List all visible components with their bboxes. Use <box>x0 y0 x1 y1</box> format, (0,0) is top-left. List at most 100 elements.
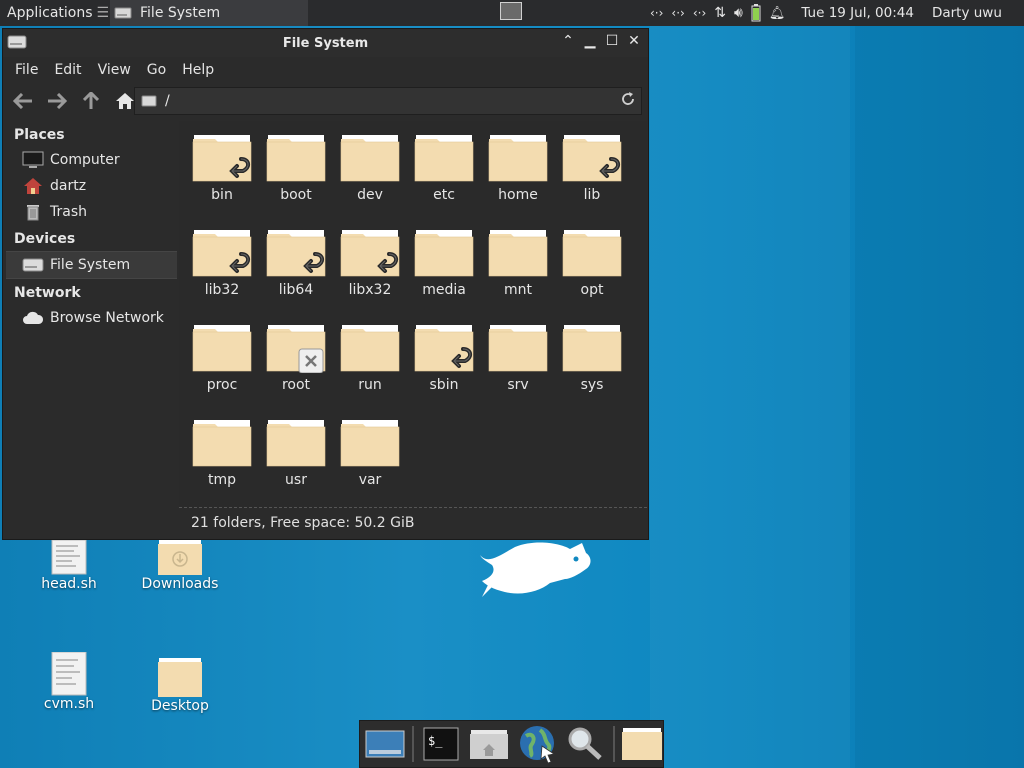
dock-terminal-button[interactable]: $_ <box>420 724 462 764</box>
back-button[interactable] <box>11 89 35 113</box>
folder-item[interactable]: mnt <box>481 228 555 320</box>
sidebar-item-label: dartz <box>50 178 87 194</box>
desktop-icon-cvm-sh[interactable]: cvm.sh <box>24 652 114 712</box>
folder-item[interactable]: opt <box>555 228 629 320</box>
folder-item[interactable]: lib <box>555 133 629 225</box>
desktop-icon-desktop[interactable]: Desktop <box>135 658 225 714</box>
folder-icon <box>488 135 548 182</box>
close-button[interactable]: ✕ <box>626 33 642 49</box>
menu-go[interactable]: Go <box>139 62 174 78</box>
system-tray: ‹·› ‹·› ‹·› ⇅ 🔊︎ 🔔︎ Tue 19 Jul, 00:44 Da… <box>640 0 1024 26</box>
sidebar-item-computer[interactable]: Computer <box>6 147 177 173</box>
sidebar-item-label: Browse Network <box>50 310 164 326</box>
desktop-icon-downloads[interactable]: Downloads <box>135 540 225 592</box>
folder-item[interactable]: run <box>333 323 407 415</box>
menu-view[interactable]: View <box>90 62 139 78</box>
folder-item[interactable]: home <box>481 133 555 225</box>
sidebar-heading-places: Places <box>14 127 65 143</box>
clock[interactable]: Tue 19 Jul, 00:44 <box>801 5 914 21</box>
reload-button[interactable] <box>621 92 635 110</box>
folder-item[interactable]: etc <box>407 133 481 225</box>
minimize-button[interactable]: ▁ <box>582 33 598 49</box>
folder-item[interactable]: lib32 <box>185 228 259 320</box>
folder-item[interactable]: dev <box>333 133 407 225</box>
arrow-up-icon <box>83 92 99 109</box>
taskbar-window-button[interactable]: File System <box>110 0 308 26</box>
terminal-icon: $_ <box>423 727 459 761</box>
menu-edit[interactable]: Edit <box>46 62 89 78</box>
sidebar-item-file-system[interactable]: File System <box>6 251 177 279</box>
folder-item[interactable]: tmp <box>185 418 259 510</box>
location-bar[interactable]: / <box>134 87 642 115</box>
arrow-right-icon <box>48 93 67 109</box>
network-icon[interactable]: ‹·› <box>671 6 684 20</box>
folder-icon <box>414 230 474 277</box>
up-button[interactable] <box>79 89 103 113</box>
desktop-icon-head-sh[interactable]: head.sh <box>24 540 114 592</box>
home-icon <box>116 93 134 109</box>
folder-label: dev <box>357 187 383 203</box>
user-menu[interactable]: Darty uwu <box>932 5 1002 21</box>
sidebar-item-home[interactable]: dartz <box>6 173 177 199</box>
folder-symlink-icon <box>340 230 400 277</box>
drive-icon <box>114 7 132 19</box>
shade-button[interactable]: ⌃ <box>560 33 576 49</box>
workspace-switcher[interactable] <box>500 2 522 20</box>
window-titlebar[interactable]: File System ⌃ ▁ ☐ ✕ <box>3 29 648 57</box>
dock-search-button[interactable] <box>565 724 607 764</box>
volume-icon[interactable]: 🔊︎ <box>734 5 743 21</box>
menu-file[interactable]: File <box>7 62 46 78</box>
dock-folder-button[interactable] <box>621 724 663 764</box>
applications-menu-button[interactable]: Applications ☰ <box>0 0 108 26</box>
status-text: 21 folders, Free space: 50.2 GiB <box>191 514 415 531</box>
downloads-folder-icon <box>158 540 202 575</box>
home-folder-icon <box>24 178 42 194</box>
file-manager-window: File System ⌃ ▁ ☐ ✕ File Edit View Go He… <box>2 28 649 540</box>
computer-icon <box>22 151 44 168</box>
drive-icon <box>22 258 44 272</box>
folder-icon <box>562 325 622 372</box>
folder-label: run <box>358 377 382 393</box>
folder-icon <box>621 728 662 760</box>
folder-item[interactable]: usr <box>259 418 333 510</box>
forward-button[interactable] <box>45 89 69 113</box>
network-icon[interactable]: ‹·› <box>650 6 663 20</box>
folder-grid: bin boot dev etc home lib lib32 lib64 libx32 medi… <box>179 121 647 507</box>
battery-icon[interactable] <box>751 4 761 22</box>
sidebar-item-browse-network[interactable]: Browse Network <box>6 305 177 331</box>
cloud-icon <box>23 311 44 324</box>
sidebar-heading-devices: Devices <box>14 231 76 247</box>
sidebar-item-trash[interactable]: Trash <box>6 199 177 225</box>
dock-home-button[interactable] <box>468 724 510 764</box>
network-icon[interactable]: ‹·› <box>693 6 706 20</box>
folder-item[interactable]: media <box>407 228 481 320</box>
menu-help[interactable]: Help <box>174 62 222 78</box>
folder-icon <box>266 420 326 467</box>
folder-item[interactable]: bin <box>185 133 259 225</box>
folder-icon <box>266 135 326 182</box>
folder-item[interactable]: sys <box>555 323 629 415</box>
folder-icon <box>562 230 622 277</box>
folder-icon <box>340 325 400 372</box>
folder-item[interactable]: srv <box>481 323 555 415</box>
folder-item[interactable]: lib64 <box>259 228 333 320</box>
maximize-button[interactable]: ☐ <box>604 33 620 49</box>
folder-item[interactable]: proc <box>185 323 259 415</box>
folder-item[interactable]: sbin <box>407 323 481 415</box>
notification-bell-icon[interactable]: 🔔︎ <box>769 6 786 21</box>
folder-icon <box>192 325 252 372</box>
dock-show-desktop-button[interactable] <box>364 724 406 764</box>
sidebar-item-label: Trash <box>50 204 87 220</box>
folder-item[interactable]: root <box>259 323 333 415</box>
folder-label: sbin <box>429 377 459 393</box>
folder-symlink-icon <box>266 230 326 277</box>
window-title: File System <box>282 35 369 51</box>
folder-item[interactable]: libx32 <box>333 228 407 320</box>
network-transfer-icon[interactable]: ⇅ <box>714 5 726 21</box>
top-panel: Applications ☰ File System ‹·› ‹·› ‹·› ⇅… <box>0 0 1024 26</box>
folder-item[interactable]: var <box>333 418 407 510</box>
folder-label: home <box>498 187 538 203</box>
folder-label: etc <box>433 187 455 203</box>
folder-item[interactable]: boot <box>259 133 333 225</box>
dock-browser-button[interactable] <box>516 724 558 764</box>
